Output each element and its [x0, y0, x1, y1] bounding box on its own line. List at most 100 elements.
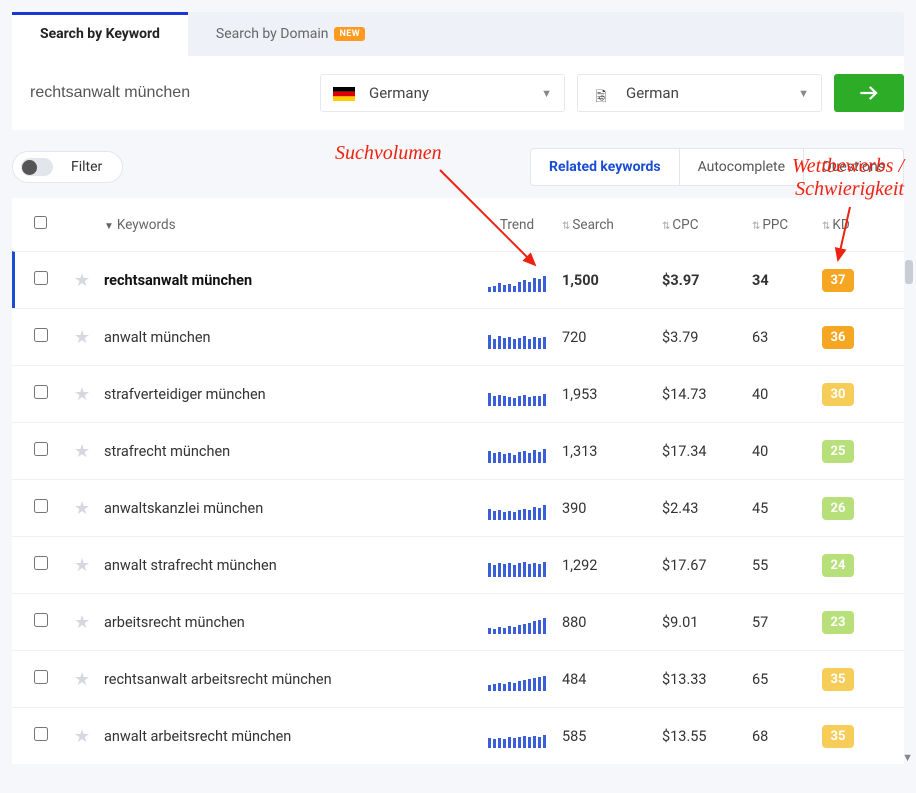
new-badge: NEW [334, 27, 365, 41]
row-checkbox[interactable] [34, 442, 48, 456]
scrollbar[interactable] [905, 260, 913, 284]
ppc-cell: 40 [752, 443, 822, 460]
kd-cell: 35 [822, 725, 892, 748]
search-volume-cell: 585 [562, 728, 662, 745]
select-all-checkbox[interactable] [34, 216, 47, 229]
keyword-cell: strafrecht münchen [104, 443, 472, 460]
ppc-cell: 63 [752, 329, 822, 346]
trend-cell [472, 382, 562, 406]
col-keywords[interactable]: ▼Keywords [104, 217, 472, 233]
tab-related-keywords[interactable]: Related keywords [531, 149, 679, 185]
star-icon[interactable]: ★ [74, 498, 104, 519]
search-volume-cell: 1,313 [562, 443, 662, 460]
ppc-cell: 68 [752, 728, 822, 745]
col-cpc[interactable]: ⇅CPC [662, 217, 752, 233]
row-checkbox[interactable] [34, 613, 48, 627]
row-checkbox[interactable] [34, 328, 48, 342]
filter-toggle[interactable]: Filter [12, 151, 123, 183]
keyword-cell: strafverteidiger münchen [104, 386, 472, 403]
star-icon[interactable]: ★ [74, 555, 104, 576]
cpc-cell: $2.43 [662, 500, 752, 517]
row-checkbox[interactable] [34, 271, 48, 285]
table-header: ▼Keywords Trend ⇅Search ⇅CPC ⇅PPC ⇅KD [12, 198, 904, 251]
search-volume-cell: 484 [562, 671, 662, 688]
star-icon[interactable]: ★ [74, 726, 104, 747]
tab-questions[interactable]: Questions [803, 149, 903, 185]
kd-cell: 25 [822, 440, 892, 463]
cpc-cell: $13.55 [662, 728, 752, 745]
ppc-cell: 57 [752, 614, 822, 631]
toggle-icon [21, 158, 53, 176]
table-row[interactable]: ★strafverteidiger münchen1,953$14.734030 [12, 365, 904, 422]
trend-cell [472, 610, 562, 634]
star-icon[interactable]: ★ [74, 327, 104, 348]
search-bar: Germany ▼ 🗟 German ▼ [12, 56, 904, 130]
language-label: German [626, 84, 798, 102]
table-row[interactable]: ★anwaltskanzlei münchen390$2.434526 [12, 479, 904, 536]
scroll-down-icon[interactable]: ▼ [902, 751, 913, 764]
chevron-down-icon: ▼ [541, 87, 552, 100]
tab-domain-label: Search by Domain [216, 26, 329, 42]
col-trend[interactable]: Trend [472, 217, 562, 233]
search-volume-cell: 1,292 [562, 557, 662, 574]
country-label: Germany [369, 84, 541, 102]
star-icon[interactable]: ★ [74, 669, 104, 690]
row-checkbox[interactable] [34, 670, 48, 684]
trend-cell [472, 667, 562, 691]
result-type-tabs: Related keywords Autocomplete Questions [530, 148, 904, 186]
keyword-cell: anwalt münchen [104, 329, 472, 346]
ppc-cell: 65 [752, 671, 822, 688]
table-row[interactable]: ★anwalt münchen 720$3.796336 [12, 308, 904, 365]
kd-cell: 23 [822, 611, 892, 634]
search-volume-cell: 880 [562, 614, 662, 631]
keyword-cell: arbeitsrecht münchen [104, 614, 472, 631]
star-icon[interactable]: ★ [74, 612, 104, 633]
table-row[interactable]: ★anwalt arbeitsrecht münchen 585$13.55683… [12, 707, 904, 764]
kd-cell: 35 [822, 668, 892, 691]
col-kd[interactable]: ⇅KD [822, 217, 892, 233]
chevron-down-icon: ▼ [798, 87, 809, 100]
table-row[interactable]: ★rechtsanwalt münchen1,500$3.973437 [12, 251, 904, 308]
language-select[interactable]: 🗟 German ▼ [577, 74, 822, 112]
trend-cell [472, 496, 562, 520]
keyword-input[interactable] [12, 74, 308, 112]
row-checkbox[interactable] [34, 727, 48, 741]
keyword-cell: anwaltskanzlei münchen [104, 500, 472, 517]
cpc-cell: $14.73 [662, 386, 752, 403]
tab-search-by-keyword[interactable]: Search by Keyword [12, 12, 188, 56]
keyword-cell: anwalt arbeitsrecht münchen [104, 728, 472, 745]
table-row[interactable]: ★arbeitsrecht münchen880$9.015723 [12, 593, 904, 650]
search-volume-cell: 720 [562, 329, 662, 346]
country-select[interactable]: Germany ▼ [320, 74, 565, 112]
cpc-cell: $17.34 [662, 443, 752, 460]
ppc-cell: 40 [752, 386, 822, 403]
keyword-cell: rechtsanwalt münchen [104, 272, 472, 289]
filter-label: Filter [71, 159, 102, 175]
table-row[interactable]: ★rechtsanwalt arbeitsrecht münchen484$13… [12, 650, 904, 707]
kd-cell: 26 [822, 497, 892, 520]
ppc-cell: 34 [752, 272, 822, 289]
table-row[interactable]: ★strafrecht münchen 1,313$17.344025 [12, 422, 904, 479]
tab-autocomplete[interactable]: Autocomplete [679, 149, 804, 185]
tab-search-by-domain[interactable]: Search by Domain NEW [188, 12, 393, 56]
flag-germany-icon [333, 86, 355, 100]
trend-cell [472, 268, 562, 292]
ppc-cell: 55 [752, 557, 822, 574]
col-search[interactable]: ⇅Search [562, 217, 662, 233]
table-row[interactable]: ★anwalt strafrecht münchen1,292$17.67552… [12, 536, 904, 593]
row-checkbox[interactable] [34, 556, 48, 570]
cpc-cell: $3.79 [662, 329, 752, 346]
search-button[interactable] [834, 74, 904, 112]
star-icon[interactable]: ★ [74, 384, 104, 405]
arrow-right-icon [856, 80, 882, 106]
col-ppc[interactable]: ⇅PPC [752, 217, 822, 233]
kd-cell: 36 [822, 326, 892, 349]
row-checkbox[interactable] [34, 499, 48, 513]
star-icon[interactable]: ★ [74, 270, 104, 291]
cpc-cell: $13.33 [662, 671, 752, 688]
search-mode-tabs: Search by Keyword Search by Domain NEW [12, 12, 904, 56]
trend-cell [472, 325, 562, 349]
row-checkbox[interactable] [34, 385, 48, 399]
star-icon[interactable]: ★ [74, 441, 104, 462]
kd-cell: 37 [822, 269, 892, 292]
